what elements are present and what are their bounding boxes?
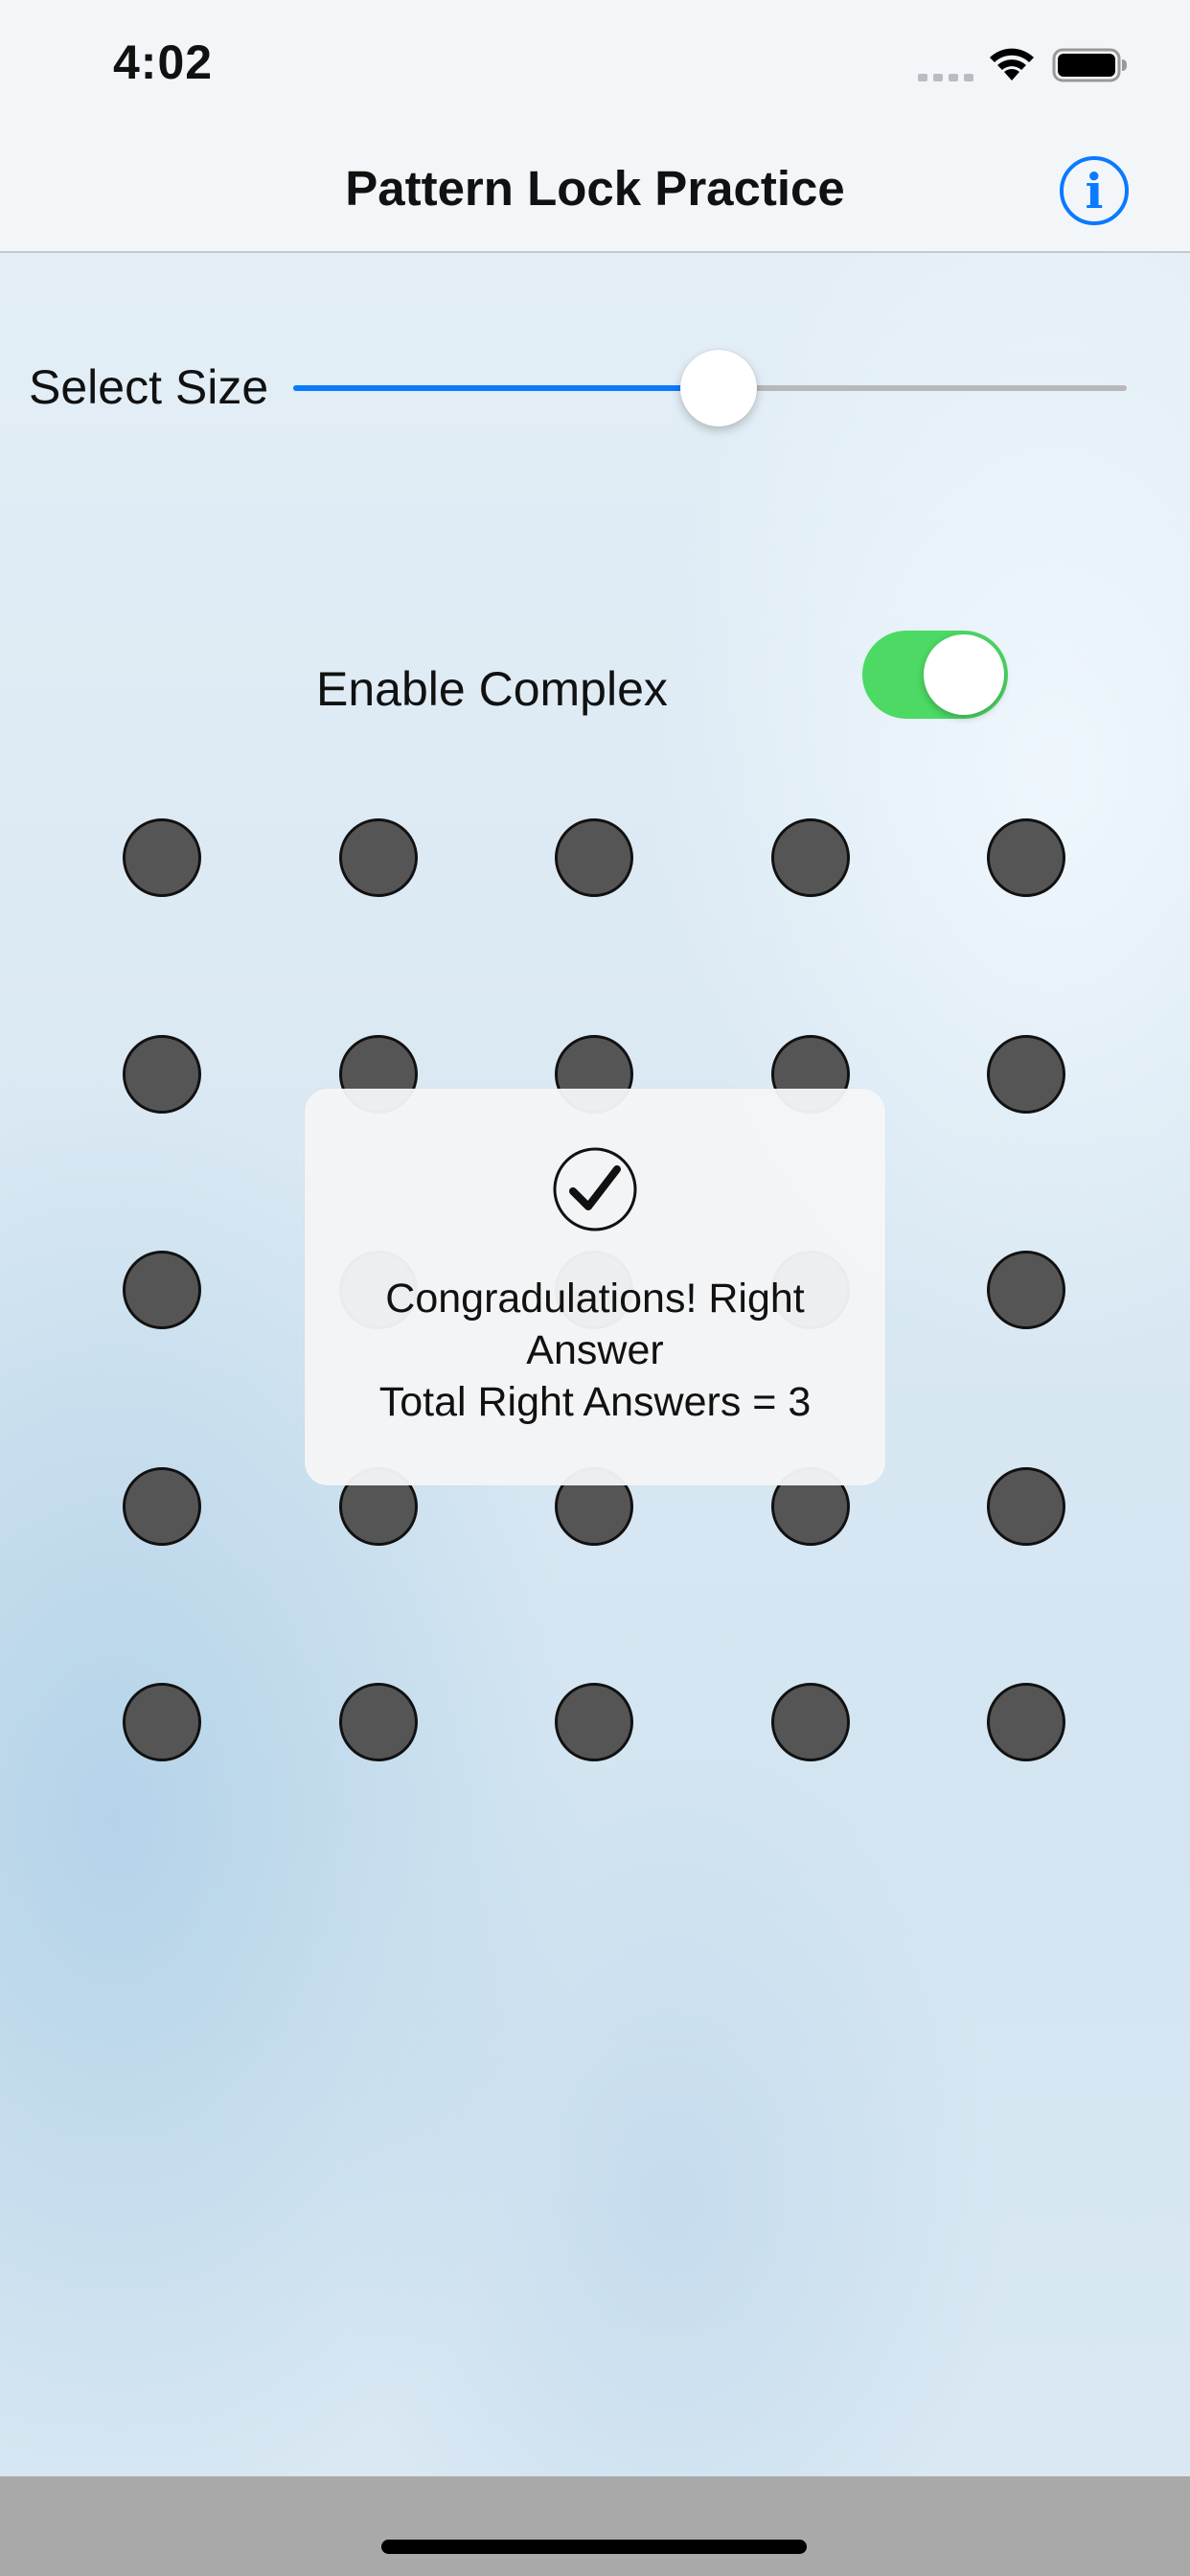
pattern-dot[interactable] [123,1466,201,1546]
pattern-dot[interactable] [123,1034,201,1114]
battery-icon [1052,48,1127,82]
cellular-signal-icon [918,74,973,81]
pattern-dot[interactable] [338,1683,418,1761]
alert-message-line: Total Right Answers = 3 [378,1379,812,1425]
select-size-label: Select Size [29,360,269,414]
info-icon: i [1085,162,1104,219]
pattern-dot[interactable] [338,818,418,897]
pattern-dot[interactable] [987,1466,1065,1546]
pattern-dot[interactable] [123,1683,201,1761]
pattern-dot[interactable] [555,818,633,897]
pattern-dot[interactable] [770,818,850,897]
enable-complex-label: Enable Complex [316,662,668,716]
alert-message-line: Congradulations! Right [385,1276,805,1322]
toggle-knob [924,634,1004,715]
pattern-dot[interactable] [123,1251,201,1329]
checkmark-icon [553,1147,637,1231]
status-time: 4:02 [113,35,214,89]
slider-thumb[interactable] [679,350,757,426]
pattern-dot[interactable] [987,1683,1065,1761]
pattern-dot[interactable] [123,818,201,897]
pattern-dot[interactable] [987,1251,1065,1329]
alert-message-line: Answer [526,1327,664,1373]
pattern-dot[interactable] [770,1683,850,1761]
page-title: Pattern Lock Practice [345,161,845,216]
navigation-bar: Pattern Lock Practice i [0,126,1190,253]
size-slider[interactable] [293,350,1127,426]
home-indicator-area [0,2476,1190,2576]
info-button[interactable]: i [1060,156,1129,225]
enable-complex-toggle[interactable] [862,631,1008,719]
slider-fill [293,385,719,391]
home-indicator[interactable] [381,2540,807,2554]
success-alert: Congradulations! Right Answer Total Righ… [305,1089,885,1485]
pattern-dot[interactable] [555,1683,633,1761]
wifi-icon [990,48,1034,80]
pattern-dot[interactable] [987,1034,1065,1114]
pattern-dot[interactable] [987,818,1065,897]
alert-message: Congradulations! Right Answer Total Righ… [305,1273,885,1428]
status-bar: 4:02 [0,0,1190,126]
